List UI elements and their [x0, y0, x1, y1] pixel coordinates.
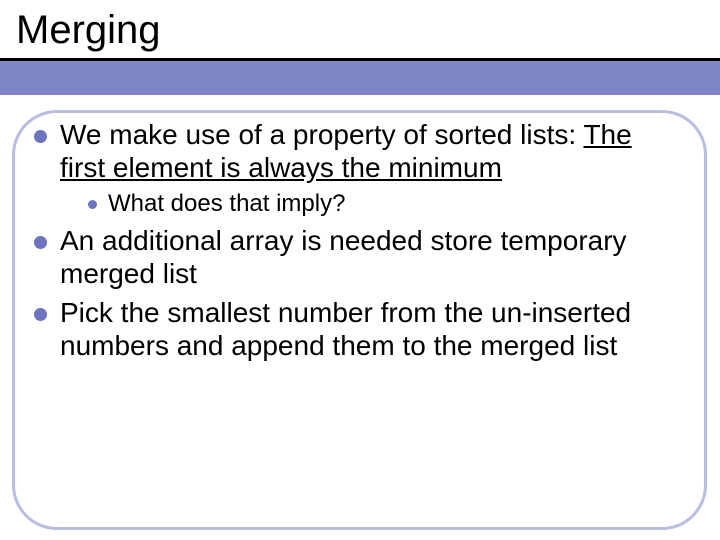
slide: Merging We make use of a property of sor…: [0, 0, 720, 540]
title-area: Merging: [0, 0, 720, 98]
bullet-text: Pick the smallest number from the un-ins…: [60, 297, 631, 361]
bullet-text: An additional array is needed store temp…: [60, 225, 627, 289]
content-frame: We make use of a property of sorted list…: [12, 110, 707, 530]
sub-bullet-list: What does that imply?: [88, 190, 677, 218]
bullet-list: We make use of a property of sorted list…: [34, 118, 677, 363]
bullet-icon: [34, 308, 47, 321]
bullet-item: Pick the smallest number from the un-ins…: [34, 296, 677, 362]
bullet-icon: [34, 130, 47, 143]
content: We make use of a property of sorted list…: [34, 118, 677, 369]
bullet-item: We make use of a property of sorted list…: [34, 118, 677, 218]
bullet-text-pre: We make use of a property of sorted list…: [60, 119, 583, 150]
sub-bullet-item: What does that imply?: [88, 190, 677, 218]
bullet-icon: [88, 200, 97, 209]
bullet-icon: [34, 236, 47, 249]
sub-bullet-text: What does that imply?: [108, 190, 345, 217]
bullet-item: An additional array is needed store temp…: [34, 224, 677, 290]
slide-title: Merging: [16, 8, 720, 52]
